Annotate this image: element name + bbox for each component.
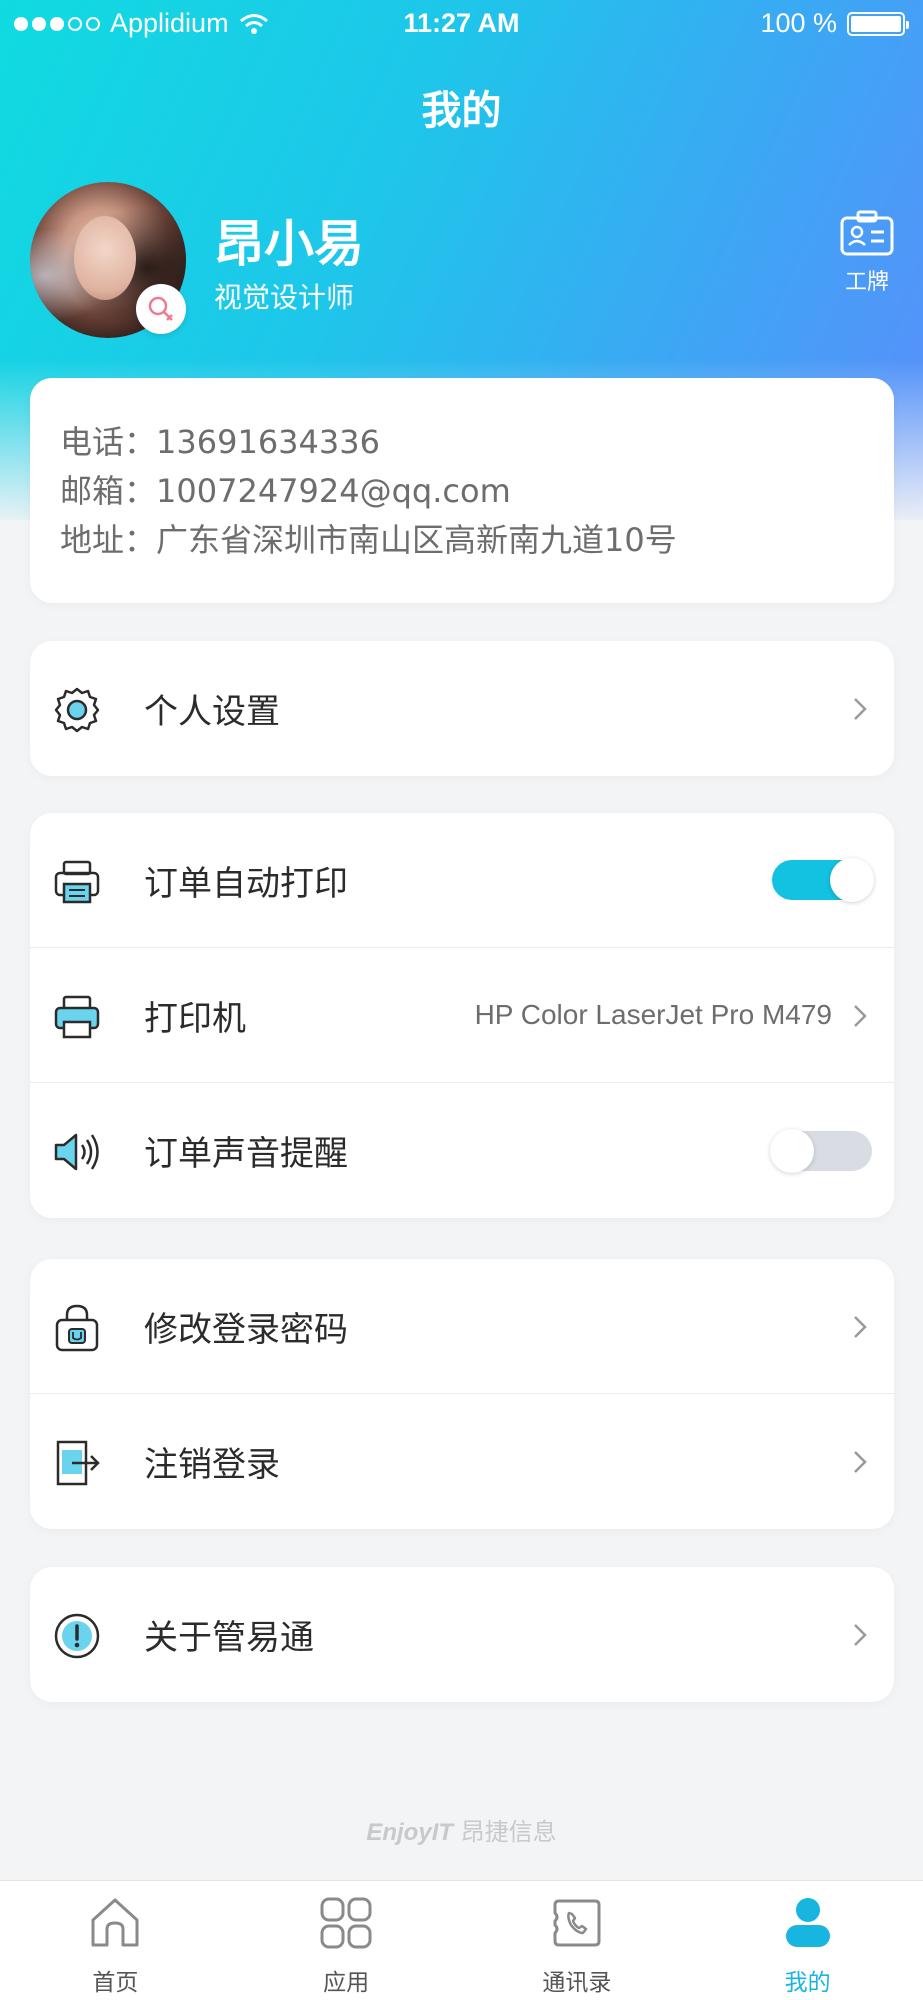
lock-icon [55, 1304, 99, 1352]
logout-row[interactable]: 注销登录 [30, 1394, 894, 1529]
email-label: 邮箱： [60, 472, 157, 510]
chevron-right-icon [854, 1005, 867, 1027]
printer-icon [54, 995, 100, 1039]
work-badge-label: 工牌 [844, 270, 889, 295]
page-title: 我的 [421, 88, 502, 134]
apps-icon [320, 1897, 372, 1949]
contacts-icon [553, 1899, 601, 1947]
logout-label: 注销登录 [144, 1445, 280, 1485]
about-row[interactable]: 关于管易通 [30, 1567, 894, 1702]
about-card: 关于管易通 [30, 1567, 894, 1702]
auto-print-row: 订单自动打印 [30, 813, 894, 948]
sound-alert-toggle[interactable] [770, 1128, 872, 1173]
chevron-right-icon [854, 1624, 867, 1646]
tab-apps-label: 应用 [323, 1970, 370, 1996]
status-right: 100 % [760, 8, 909, 39]
profile-icon [785, 1898, 830, 1947]
about-label: 关于管易通 [144, 1618, 314, 1658]
tab-contacts[interactable]: 通讯录 [462, 1881, 693, 2000]
email-value: 1007247924@qq.com [156, 472, 511, 510]
contact-info-card: 电话：13691634336 邮箱：1007247924@qq.com 地址：广… [30, 378, 894, 603]
battery-icon [847, 11, 909, 36]
address-value: 广东省深圳市南山区高新南九道10号 [156, 521, 677, 559]
status-bar: Applidium 11:27 AM 100 % [0, 0, 923, 48]
brand-company-name: 昂捷信息 [453, 1818, 557, 1846]
auto-print-label: 订单自动打印 [144, 863, 348, 904]
chevron-right-icon [854, 1451, 867, 1473]
personal-settings-label: 个人设置 [144, 692, 280, 732]
change-password-row[interactable]: 修改登录密码 [30, 1259, 894, 1394]
tab-profile-label: 我的 [784, 1970, 831, 1996]
gear-icon [54, 687, 100, 733]
phone-value: 13691634336 [156, 423, 380, 461]
tab-bar: 首页 应用 通讯录 我的 [0, 1880, 923, 2000]
work-badge-button[interactable]: 工牌 [838, 210, 896, 296]
footer-brand: EnjoyIT 昂捷信息 [0, 1812, 923, 1847]
tab-contacts-label: 通讯录 [542, 1970, 612, 1996]
sound-alert-row: 订单声音提醒 [30, 1083, 894, 1218]
tab-profile[interactable]: 我的 [692, 1881, 923, 2000]
info-alert-icon [54, 1613, 100, 1659]
tab-home[interactable]: 首页 [0, 1881, 231, 2000]
printer-row[interactable]: 打印机 HP Color LaserJet Pro M479 [30, 948, 894, 1083]
chevron-right-icon [854, 1316, 867, 1338]
profile-role: 视觉设计师 [214, 281, 355, 314]
phone-line: 电话：13691634336 [60, 418, 864, 467]
account-card: 修改登录密码 注销登录 [30, 1259, 894, 1529]
personal-settings-card: 个人设置 [30, 641, 894, 776]
printing-card: 订单自动打印 打印机 HP Color LaserJet Pro M479 订单… [30, 813, 894, 1218]
home-icon [91, 1898, 139, 1947]
printer-label: 打印机 [144, 998, 246, 1039]
printer-icon [54, 860, 100, 904]
printer-value: HP Color LaserJet Pro M479 [474, 999, 832, 1030]
address-label: 地址： [60, 521, 157, 559]
email-line: 邮箱：1007247924@qq.com [60, 467, 864, 516]
female-gender-icon [136, 284, 186, 334]
id-card-icon [840, 210, 894, 256]
profile-name: 昂小易 [214, 215, 364, 273]
battery-percent: 100 % [760, 8, 837, 38]
chevron-right-icon [854, 698, 867, 720]
brand-logo-text: EnjoyIT [366, 1819, 454, 1846]
tab-home-label: 首页 [92, 1970, 139, 1996]
phone-label: 电话： [60, 423, 157, 461]
logout-icon [56, 1440, 100, 1486]
tab-apps[interactable]: 应用 [231, 1881, 462, 2000]
change-password-label: 修改登录密码 [144, 1309, 348, 1350]
personal-settings-row[interactable]: 个人设置 [30, 641, 894, 776]
auto-print-toggle[interactable] [772, 858, 874, 902]
sound-alert-label: 订单声音提醒 [144, 1134, 348, 1174]
speaker-icon [54, 1133, 99, 1171]
address-line: 地址：广东省深圳市南山区高新南九道10号 [60, 516, 864, 565]
